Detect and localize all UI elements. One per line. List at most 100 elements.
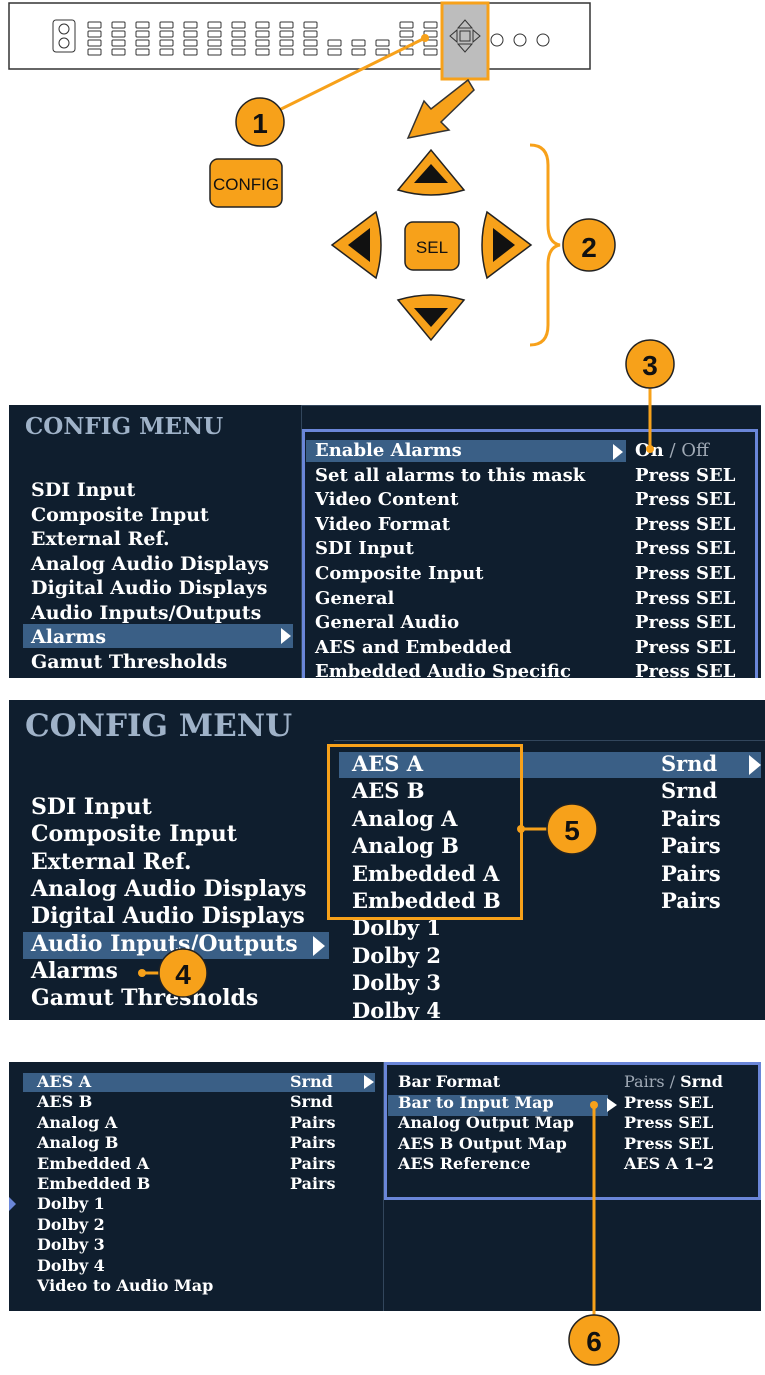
toggle-separator: /: [663, 440, 682, 461]
callout-1-dot: [421, 34, 429, 42]
menu-item[interactable]: Composite Input: [31, 821, 237, 847]
front-panel-diagram: 1 CONFIG SEL 2: [8, 1, 616, 347]
input-item[interactable]: AES B: [37, 1092, 92, 1111]
menu-title: CONFIG MENU: [25, 708, 293, 744]
callout-6-number: 6: [586, 1326, 602, 1357]
setting-value[interactable]: Press SEL: [624, 1093, 713, 1112]
input-mode[interactable]: Pairs: [661, 888, 721, 913]
menu-item[interactable]: SDI Input: [31, 794, 152, 820]
enable-alarms-toggle[interactable]: On / Off: [635, 440, 709, 461]
submenu-value[interactable]: Press SEL: [635, 588, 735, 609]
submenu-arrow-icon: [281, 628, 291, 644]
submenu-value[interactable]: Press SEL: [635, 563, 735, 584]
setting-value[interactable]: Press SEL: [624, 1113, 713, 1132]
setting-value[interactable]: Press SEL: [624, 1134, 713, 1153]
input-item[interactable]: Dolby 1: [37, 1194, 105, 1213]
menu-item[interactable]: Gamut Thresholds: [31, 651, 227, 673]
submenu-value[interactable]: Press SEL: [635, 661, 735, 678]
sel-button-label: SEL: [416, 238, 448, 257]
input-item[interactable]: Analog A: [37, 1113, 117, 1132]
setting-item[interactable]: Bar to Input Map: [398, 1093, 554, 1112]
submenu-item[interactable]: SDI Input: [315, 538, 414, 559]
input-mode[interactable]: Pairs: [661, 861, 721, 886]
toggle-off: Off: [681, 440, 709, 461]
input-item[interactable]: Dolby 3: [37, 1235, 105, 1254]
submenu-arrow-icon: [749, 755, 761, 775]
submenu-value[interactable]: Press SEL: [635, 538, 735, 559]
side-arrow-icon: [9, 1197, 16, 1211]
submenu-value[interactable]: Press SEL: [635, 612, 735, 633]
input-item[interactable]: Video to Audio Map: [37, 1276, 213, 1295]
menu-item[interactable]: External Ref.: [31, 528, 170, 550]
menu-item[interactable]: Analog Audio Displays: [31, 553, 269, 575]
submenu-value[interactable]: Press SEL: [635, 637, 735, 658]
submenu-item[interactable]: General Audio: [315, 612, 459, 633]
submenu-item[interactable]: Composite Input: [315, 563, 483, 584]
input-mode[interactable]: Pairs: [661, 806, 721, 831]
config-button-label: CONFIG: [213, 175, 279, 194]
submenu-value[interactable]: Press SEL: [635, 489, 735, 510]
format-separator: /: [664, 1072, 681, 1091]
input-item[interactable]: Embedded B: [37, 1174, 150, 1193]
input-item[interactable]: Dolby 2: [352, 943, 441, 968]
pointer-arrow-icon: [406, 78, 475, 140]
input-item[interactable]: Embedded A: [37, 1154, 149, 1173]
input-item[interactable]: Dolby 2: [37, 1215, 105, 1234]
input-item[interactable]: Dolby 4: [352, 998, 441, 1020]
inputs-frame: [327, 744, 523, 920]
submenu-arrow-icon: [313, 936, 325, 956]
format-srnd: Srnd: [680, 1072, 723, 1091]
setting-value[interactable]: AES A 1–2: [624, 1154, 714, 1173]
input-mode[interactable]: Pairs: [290, 1174, 335, 1193]
setting-item[interactable]: Bar Format: [398, 1072, 500, 1091]
format-pairs: Pairs: [624, 1072, 665, 1091]
input-mode[interactable]: Srnd: [290, 1092, 333, 1111]
menu-item[interactable]: Alarms: [31, 626, 106, 648]
submenu-item[interactable]: Set all alarms to this mask: [315, 465, 585, 486]
input-item[interactable]: Analog B: [37, 1133, 118, 1152]
input-mode[interactable]: Pairs: [661, 833, 721, 858]
menu-item[interactable]: Digital Audio Displays: [31, 903, 305, 929]
menu-item[interactable]: Digital Audio Displays: [31, 577, 267, 599]
setting-item[interactable]: AES Reference: [398, 1154, 530, 1173]
config-menu-screen-alarms: CONFIG MENU SDI Input Composite Input Exte…: [9, 405, 761, 678]
submenu-item[interactable]: General: [315, 588, 394, 609]
menu-item[interactable]: SDI Input: [31, 479, 135, 501]
input-mode[interactable]: Pairs: [290, 1113, 335, 1132]
input-mode[interactable]: Srnd: [661, 751, 717, 776]
menu-title: CONFIG MENU: [25, 413, 224, 440]
submenu-value[interactable]: Press SEL: [635, 465, 735, 486]
submenu-item[interactable]: Embedded Audio Specific: [315, 661, 571, 678]
menu-item[interactable]: Gamut Thresholds: [31, 985, 258, 1011]
menu-item[interactable]: Audio Inputs/Outputs: [31, 931, 298, 957]
input-mode[interactable]: Srnd: [290, 1072, 333, 1091]
menu-item[interactable]: Analog Audio Displays: [31, 876, 307, 902]
submenu-item[interactable]: Video Format: [315, 514, 450, 535]
submenu-arrow-icon: [607, 1098, 617, 1112]
submenu-item[interactable]: AES and Embedded: [315, 637, 512, 658]
menu-item[interactable]: Composite Input: [31, 504, 209, 526]
submenu-value[interactable]: Press SEL: [635, 514, 735, 535]
callout-1-number: 1: [252, 108, 268, 139]
input-mode[interactable]: Pairs: [290, 1154, 335, 1173]
input-item[interactable]: Dolby 3: [352, 970, 441, 995]
instrument-front-panel: [8, 2, 591, 70]
input-mode[interactable]: Pairs: [290, 1133, 335, 1152]
submenu-item[interactable]: Enable Alarms: [315, 440, 462, 461]
setting-item[interactable]: AES B Output Map: [398, 1134, 567, 1153]
input-item[interactable]: AES A: [37, 1072, 91, 1091]
input-item[interactable]: Dolby 4: [37, 1256, 105, 1275]
submenu-arrow-icon: [364, 1075, 374, 1089]
toggle-on: On: [635, 440, 664, 461]
menu-item[interactable]: External Ref.: [31, 849, 192, 875]
arrow-keys-brace: [529, 143, 561, 347]
callout-6-badge: [568, 1314, 620, 1366]
submenu-item[interactable]: Video Content: [315, 489, 458, 510]
bar-format-toggle[interactable]: Pairs / Srnd: [624, 1072, 723, 1091]
menu-item[interactable]: Alarms: [31, 958, 118, 984]
input-mode[interactable]: Srnd: [661, 778, 717, 803]
menu-item[interactable]: Audio Inputs/Outputs: [31, 602, 261, 624]
setting-item[interactable]: Analog Output Map: [398, 1113, 574, 1132]
callout-2-number: 2: [581, 232, 597, 263]
submenu-arrow-icon: [613, 444, 623, 460]
